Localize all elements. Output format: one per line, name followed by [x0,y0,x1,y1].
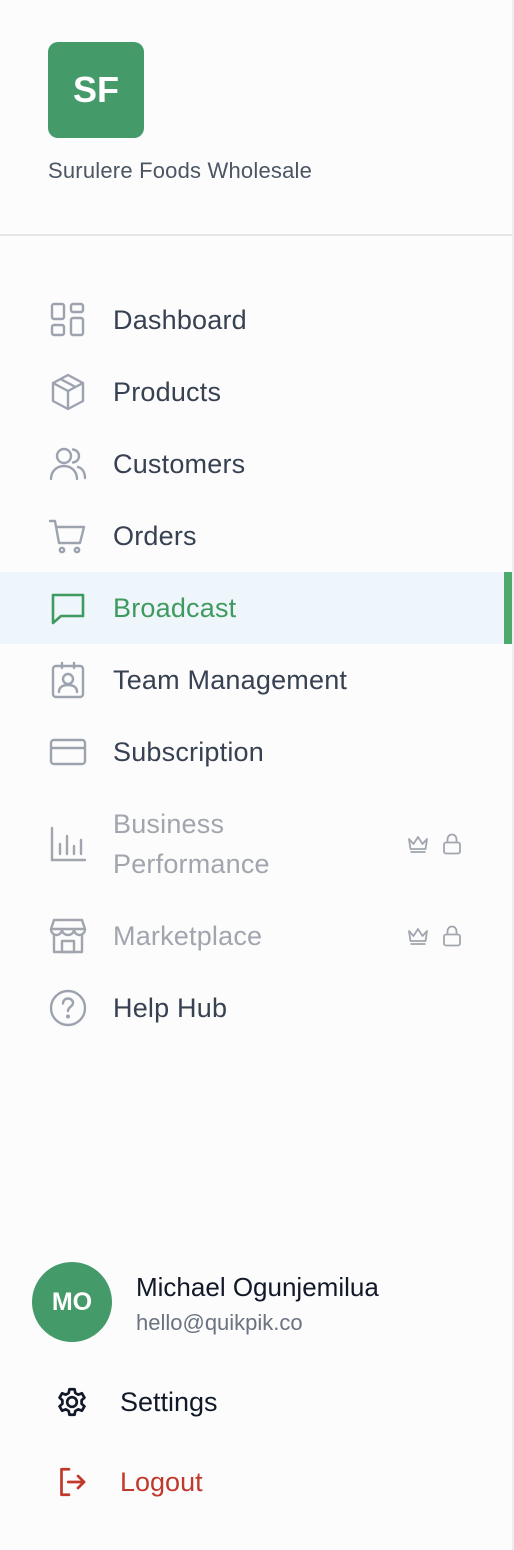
sidebar-item-orders[interactable]: Orders [0,500,512,572]
sidebar-item-label: Team Management [113,664,348,695]
sidebar-item-marketplace[interactable]: Marketplace [0,900,512,972]
sidebar-item-broadcast[interactable]: Broadcast [0,572,512,644]
crown-icon [408,836,428,853]
settings-button[interactable]: Settings [0,1372,512,1432]
lock-icon [443,925,461,947]
sidebar-item-label: Subscription [113,736,264,767]
crown-icon [408,928,428,945]
logout-label: Logout [120,1466,203,1497]
sidebar-item-label: Help Hub [113,992,228,1023]
sidebar-item-label: Dashboard [113,304,247,335]
business-name: Surulere Foods Wholesale [48,158,313,183]
sidebar-item-help-hub[interactable]: Help Hub [0,972,512,1044]
cart-icon [48,516,88,556]
business-logo: SF [48,42,144,138]
sidebar-item-label: Customers [113,448,246,479]
sidebar-item-team-management[interactable]: Team Management [0,644,512,716]
bar-chart-icon [48,824,88,864]
sidebar-item-label: Broadcast [113,592,237,623]
business-initials: SF [72,69,119,110]
sidebar-item-business-performance[interactable]: Business Performance [0,804,512,884]
settings-label: Settings [120,1386,218,1417]
avatar[interactable]: MO [32,1262,112,1342]
avatar-initials: MO [51,1287,93,1316]
help-circle-icon [48,988,88,1028]
users-icon [48,444,88,484]
sidebar-item-label: Marketplace [113,921,263,951]
sidebar-item-customers[interactable]: Customers [0,428,512,500]
lock-icon [443,833,461,855]
box-icon [48,372,88,412]
sidebar-item-label: Products [113,376,222,407]
logout-icon [54,1464,90,1500]
sidebar-item-subscription[interactable]: Subscription [0,716,512,788]
active-indicator [504,572,512,644]
sidebar-item-label-line2: Performance [113,849,270,879]
id-badge-icon [48,660,88,700]
message-icon [48,588,88,628]
divider [0,234,512,236]
credit-card-icon [48,732,88,772]
sidebar-item-label: Orders [113,520,197,551]
sidebar-item-label-line1: Business [113,809,225,839]
logout-button[interactable]: Logout [0,1452,512,1512]
sidebar: SF Surulere Foods Wholesale Dashboard Pr… [0,0,514,1550]
sidebar-item-dashboard[interactable]: Dashboard [0,284,512,356]
grid-icon [48,300,88,340]
store-icon [48,916,88,956]
sidebar-item-products[interactable]: Products [0,356,512,428]
user-email: hello@quikpik.co [136,1310,303,1335]
user-name: Michael Ogunjemilua [136,1272,379,1302]
gear-icon [54,1384,90,1420]
